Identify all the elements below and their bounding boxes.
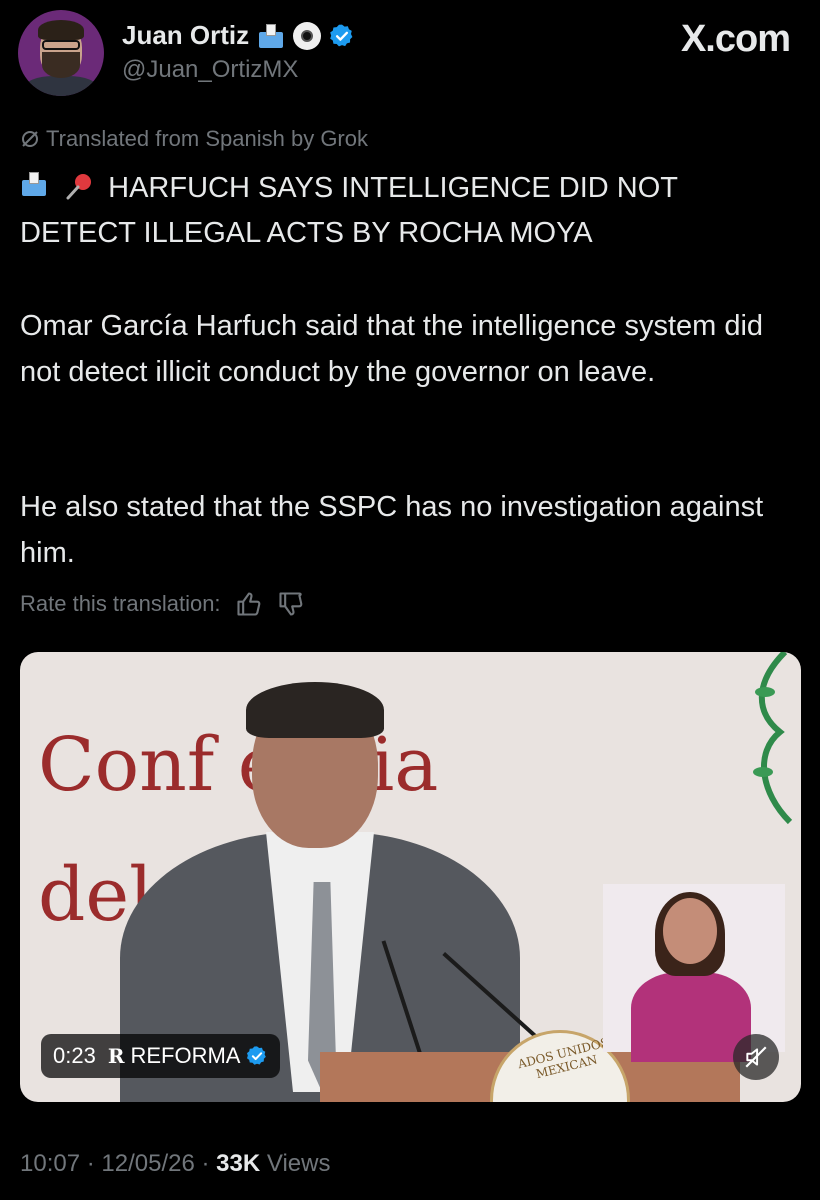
ballot-box-icon xyxy=(20,172,50,202)
translated-notice: Translated from Spanish by Grok xyxy=(20,126,368,152)
verified-icon xyxy=(247,1046,267,1065)
muted-speaker-icon xyxy=(745,1046,767,1068)
rate-translation: Rate this translation: xyxy=(20,590,305,618)
headline-text: HARFUCH SAYS INTELLIGENCE DID NOT DETECT… xyxy=(20,172,678,249)
video-info-badge: 0:23 R REFORMA xyxy=(41,1034,281,1078)
video-player[interactable]: Conf encia del o ADOS UNIDOS MEXICAN 0:2… xyxy=(20,652,801,1102)
thumbs-up-icon[interactable] xyxy=(235,590,263,618)
video-timestamp: 0:23 xyxy=(53,1043,96,1068)
verified-icon xyxy=(330,24,353,46)
backdrop-text-1: Conf encia xyxy=(38,722,439,808)
translated-label: Translated from Spanish by Grok xyxy=(46,126,368,151)
thumbs-down-icon[interactable] xyxy=(277,590,305,618)
tweet-headline: HARFUCH SAYS INTELLIGENCE DID NOT DETECT… xyxy=(20,166,800,256)
tweet-paragraph-2: He also stated that the SSPC has no inve… xyxy=(20,491,764,569)
tweet-meta: 10:07 · 12/05/26 · 33K Views xyxy=(20,1150,331,1177)
leaf-decoration xyxy=(753,652,793,825)
video-source: R REFORMA xyxy=(108,1043,269,1069)
avatar[interactable] xyxy=(18,10,104,96)
pushpin-icon xyxy=(66,174,92,200)
tweet-header: Juan Ortiz @Juan_OrtizMX X.com xyxy=(18,10,802,100)
ballot-box-icon xyxy=(257,23,285,48)
author-name-row: Juan Ortiz xyxy=(122,20,355,51)
rate-label: Rate this translation: xyxy=(20,591,221,616)
source-logo: R xyxy=(107,1044,125,1068)
mute-button[interactable] xyxy=(733,1034,779,1080)
views-count: 33K xyxy=(216,1150,261,1177)
eye-icon xyxy=(293,21,322,50)
translate-icon xyxy=(22,131,38,147)
author-name[interactable]: Juan Ortiz xyxy=(122,20,249,51)
author-handle[interactable]: @Juan_OrtizMX xyxy=(122,56,298,84)
x-logo: X.com xyxy=(680,18,791,60)
views-label: Views xyxy=(266,1150,331,1177)
tweet-time[interactable]: 10:07 xyxy=(20,1150,80,1177)
tweet-paragraph-1: Omar García Harfuch said that the intell… xyxy=(20,310,764,388)
tweet-date[interactable]: 12/05/26 xyxy=(101,1150,194,1177)
source-name: REFORMA xyxy=(130,1043,241,1068)
sign-language-interpreter-inset xyxy=(603,884,785,1062)
